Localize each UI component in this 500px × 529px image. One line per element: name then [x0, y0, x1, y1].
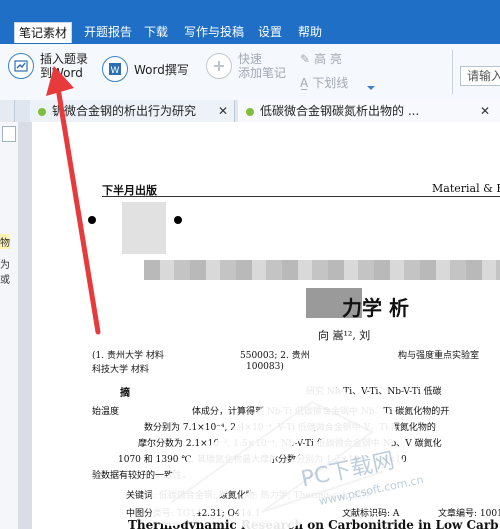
- side-label-a: 物: [0, 234, 10, 249]
- more-dropdown-button[interactable]: [366, 78, 376, 90]
- highlight-button[interactable]: ✎ 高 亮: [300, 50, 342, 67]
- menu-notes-materials[interactable]: 笔记素材: [14, 22, 73, 43]
- underline-icon: A̲: [300, 75, 309, 90]
- bullet-marker: [174, 216, 182, 224]
- tab-overflow[interactable]: [0, 100, 15, 122]
- panel-toggle-button[interactable]: [2, 126, 16, 142]
- menu-download[interactable]: 下载: [140, 22, 172, 42]
- menu-settings[interactable]: 设置: [254, 22, 286, 42]
- search-input[interactable]: 请输入: [460, 66, 500, 86]
- tab-document-2-label: 低碳微合金钢碳氮析出物的 ...: [260, 104, 420, 118]
- quick-note-label-line1: 快速: [238, 52, 263, 66]
- menu-help[interactable]: 帮助: [294, 22, 326, 42]
- tab-document-2[interactable]: 低碳微合金钢碳氮析出物的 ... ✕: [238, 100, 500, 122]
- red-arrow-annotation: [46, 66, 101, 335]
- highlight-label: 高 亮: [314, 52, 342, 66]
- left-panel: 物 为或: [0, 122, 19, 529]
- svg-text:W: W: [111, 66, 120, 76]
- menu-bar: 笔记素材 开题报告 下载 写作与投稿 设置 帮助: [0, 0, 500, 44]
- insert-citation-icon: [8, 53, 34, 79]
- side-label-b: 为或: [0, 260, 10, 286]
- underline-button[interactable]: A̲ 下划线: [300, 74, 348, 91]
- add-note-icon: [206, 53, 232, 79]
- page-gutter: [18, 122, 32, 529]
- abstract-label: 摘: [120, 388, 130, 399]
- chevron-down-icon: [367, 86, 375, 90]
- ribbon-divider: [452, 50, 453, 94]
- close-icon[interactable]: ✕: [218, 100, 228, 122]
- menu-proposal-report[interactable]: 开题报告: [80, 22, 136, 42]
- underline-label: 下划线: [312, 76, 349, 90]
- journal-header-right: Material & Heat: [432, 182, 500, 195]
- header-rule: [102, 196, 500, 197]
- menu-writing-submission[interactable]: 写作与投稿: [180, 22, 248, 42]
- abstract-line-2: 始温度: [92, 407, 120, 417]
- quick-add-note-button[interactable]: 快速 添加笔记: [206, 52, 286, 80]
- affiliation-line-2: 科技大学 材料: [92, 365, 149, 375]
- highlight-icon: ✎: [300, 51, 311, 66]
- word-write-label: Word撰写: [134, 62, 189, 77]
- blur-redaction: [122, 202, 166, 254]
- close-icon[interactable]: ✕: [480, 100, 490, 122]
- word-write-button[interactable]: W Word撰写: [102, 56, 189, 82]
- document-status-icon: [246, 107, 254, 116]
- quick-note-label-line2: 添加笔记: [238, 66, 287, 80]
- mosaic-redaction: [144, 260, 500, 280]
